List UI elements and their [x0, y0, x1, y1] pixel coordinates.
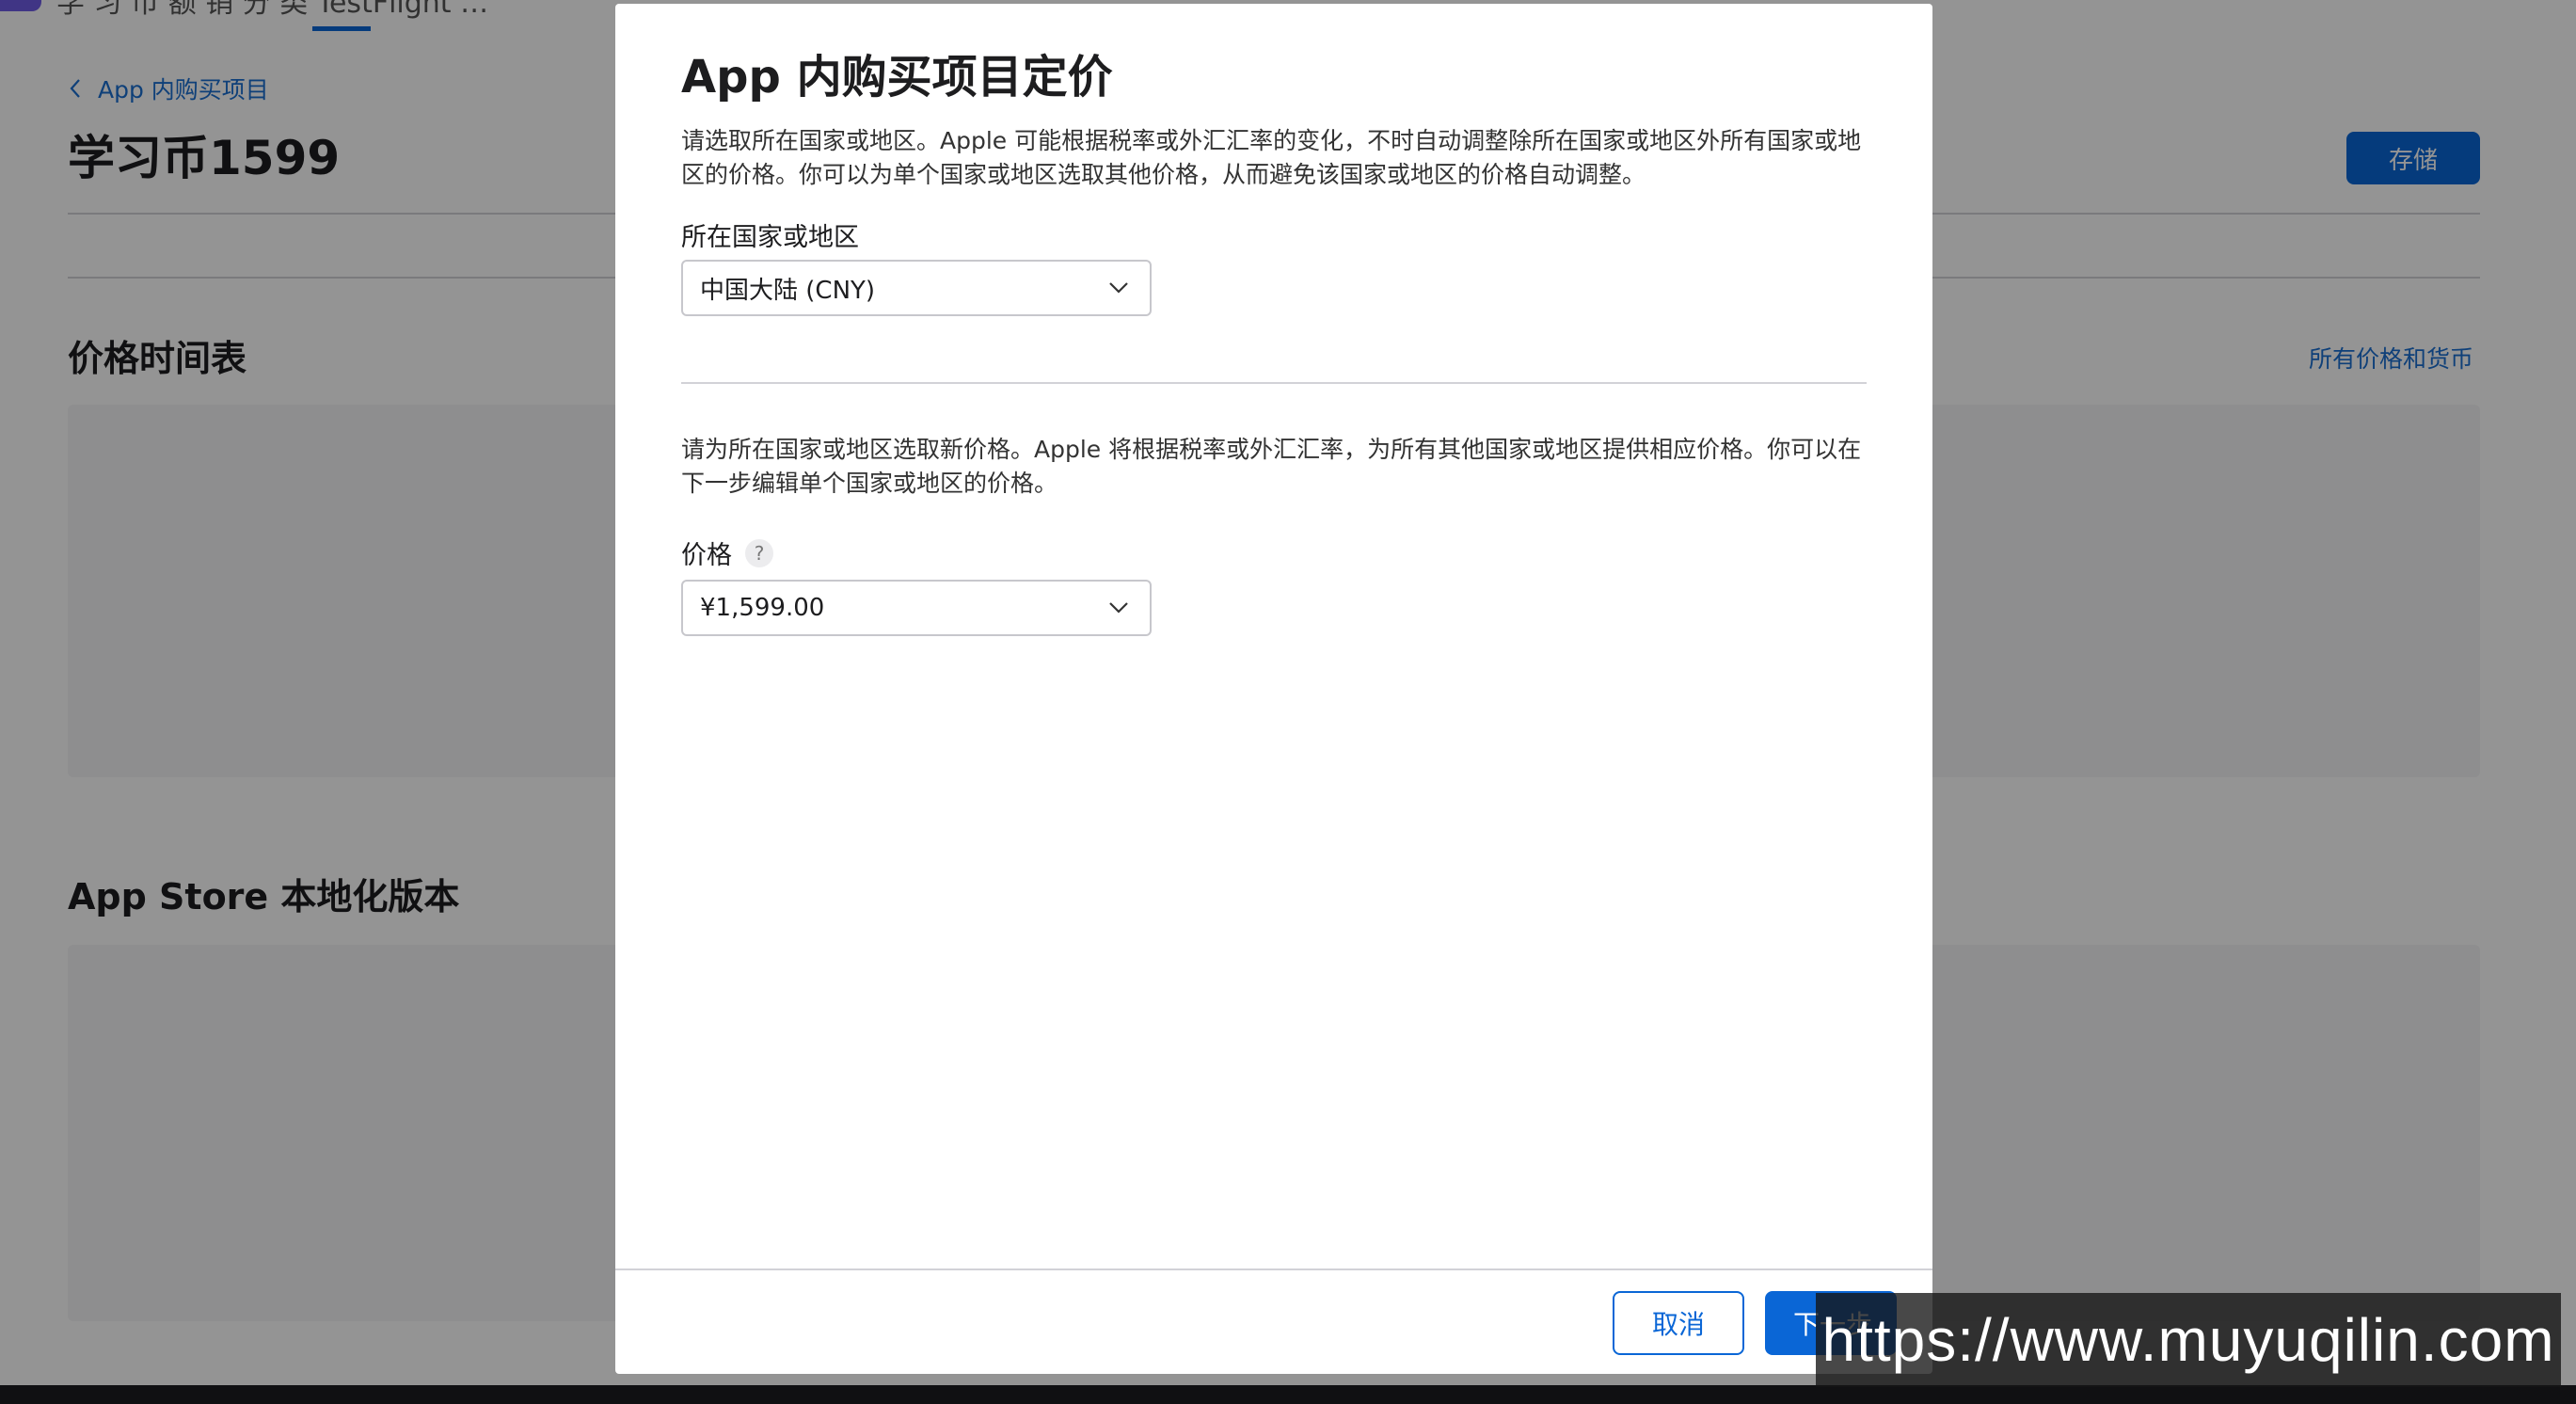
chevron-down-icon — [1109, 602, 1128, 614]
region-select-value: 中国大陆 (CNY) — [700, 276, 876, 305]
watermark: https://www.muyuqilin.com — [1816, 1293, 2561, 1387]
chevron-down-icon — [1109, 282, 1128, 294]
price-label: 价格 ? — [681, 534, 773, 571]
pricing-modal: App 内购买项目定价 请选取所在国家或地区。Apple 可能根据税率或外汇汇率… — [615, 4, 1932, 1374]
modal-divider — [681, 382, 1867, 384]
help-icon[interactable]: ? — [745, 538, 773, 567]
price-label-text: 价格 — [681, 541, 732, 570]
cancel-button[interactable]: 取消 — [1613, 1291, 1744, 1355]
price-description: 请为所在国家或地区选取新价格。Apple 将根据税率或外汇汇率，为所有其他国家或… — [681, 436, 1862, 497]
region-select[interactable]: 中国大陆 (CNY) — [681, 260, 1152, 316]
modal-title: App 内购买项目定价 — [681, 51, 1113, 104]
modal-footer-divider — [615, 1268, 1932, 1270]
region-label-text: 所在国家或地区 — [681, 223, 859, 252]
price-select[interactable]: ¥1,599.00 — [681, 580, 1152, 636]
price-select-value: ¥1,599.00 — [700, 594, 825, 622]
region-label: 所在国家或地区 — [681, 216, 859, 253]
region-description: 请选取所在国家或地区。Apple 可能根据税率或外汇汇率的变化，不时自动调整除所… — [681, 127, 1862, 188]
